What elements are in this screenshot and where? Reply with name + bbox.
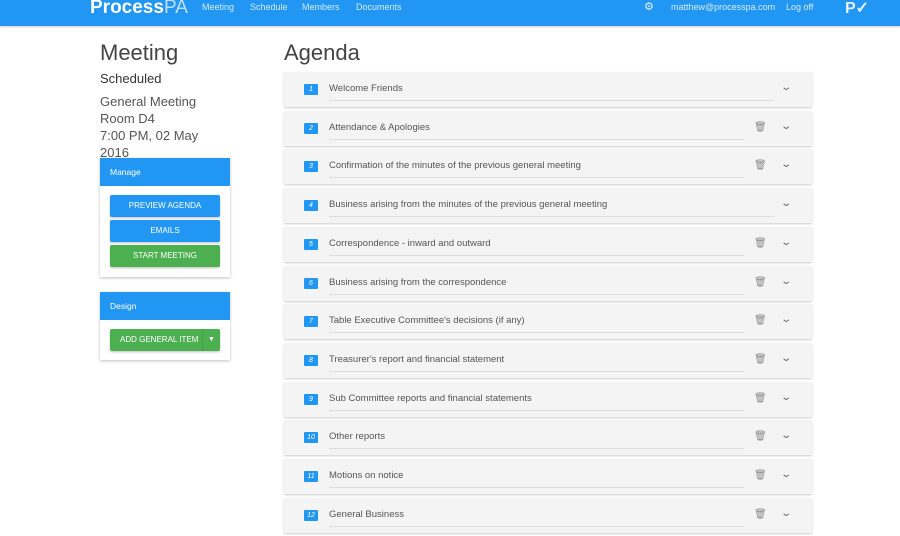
meeting-status: Scheduled — [100, 71, 162, 86]
item-number-badge: 11 — [304, 471, 318, 482]
agenda-item[interactable]: 3 Confirmation of the minutes of the pre… — [284, 149, 812, 185]
chevron-down-icon[interactable]: ⌄ — [780, 159, 792, 170]
user-email[interactable]: matthew@processpa.com — [671, 2, 775, 12]
meeting-datetime: 7:00 PM, 02 May 2016 — [100, 128, 199, 160]
agenda-item[interactable]: 9 Sub Committee reports and financial st… — [284, 381, 812, 417]
logo-text: Process — [90, 0, 164, 18]
item-underline — [329, 448, 744, 450]
trash-icon[interactable]: 🗑 — [754, 277, 767, 288]
item-underline — [329, 100, 774, 101]
chevron-down-icon[interactable]: ⌄ — [780, 276, 792, 287]
processpa-logo-icon: P✓ — [845, 0, 870, 17]
manage-panel: Manage PREVIEW AGENDA EMAILS START MEETI… — [100, 158, 230, 277]
agenda-item[interactable]: 11 Motions on notice 🗑 ⌄ — [284, 459, 812, 494]
chevron-down-icon[interactable]: ⌄ — [780, 353, 792, 364]
meeting-title: Meeting — [100, 40, 179, 65]
chevron-down-icon[interactable]: ⌄ — [780, 121, 792, 132]
add-general-item-label: ADD GENERAL ITEM — [120, 335, 199, 344]
item-title[interactable]: Correspondence - inward and outward — [329, 238, 491, 249]
item-number-badge: 5 — [304, 238, 318, 250]
nav-meeting[interactable]: Meeting — [202, 2, 234, 12]
trash-icon[interactable]: 🗑 — [754, 160, 767, 171]
item-number-badge: 8 — [304, 354, 318, 366]
add-general-item-button[interactable]: ADD GENERAL ITEM ▼ — [110, 329, 220, 351]
meeting-type: General Meeting — [100, 94, 197, 109]
chevron-down-icon[interactable]: ⌄ — [780, 392, 792, 403]
trash-icon[interactable]: 🗑 — [754, 509, 767, 520]
nav-documents[interactable]: Documents — [356, 2, 402, 12]
meeting-info: Meeting Scheduled General Meeting Room D… — [100, 40, 230, 161]
agenda-item[interactable]: 2 Attendance & Apologies 🗑 ⌄ — [284, 110, 812, 146]
item-number-badge: 10 — [304, 432, 318, 444]
agenda-item[interactable]: 12 General Business 🗑 ⌄ — [284, 497, 812, 533]
item-underline — [329, 409, 744, 411]
trash-icon[interactable]: 🗑 — [754, 315, 767, 326]
app-logo[interactable]: ProcessPA — [90, 0, 188, 19]
agenda-item[interactable]: 10 Other reports 🗑 ⌄ — [284, 420, 812, 456]
chevron-down-icon[interactable]: ⌄ — [780, 82, 792, 93]
chevron-down-icon[interactable]: ⌄ — [780, 198, 792, 209]
logout-link[interactable]: Log off — [786, 2, 813, 12]
gear-icon[interactable]: ⚙ — [644, 0, 654, 13]
chevron-down-icon[interactable]: ⌄ — [780, 469, 792, 480]
agenda-item[interactable]: 4 Business arising from the minutes of t… — [284, 188, 812, 224]
item-title[interactable]: Other reports — [329, 431, 385, 442]
item-underline — [329, 293, 744, 295]
caret-down-icon[interactable]: ▼ — [202, 329, 220, 351]
item-underline — [329, 487, 744, 488]
item-underline — [329, 525, 744, 527]
nav-schedule[interactable]: Schedule — [250, 2, 288, 12]
item-title[interactable]: Treasurer's report and financial stateme… — [329, 354, 504, 365]
item-underline — [329, 138, 744, 140]
item-underline — [329, 216, 774, 218]
item-number-badge: 1 — [304, 84, 318, 95]
item-number-badge: 3 — [304, 161, 318, 173]
top-navbar: ProcessPA Meeting Schedule Members Docum… — [0, 0, 900, 26]
design-panel: Design ADD GENERAL ITEM ▼ — [100, 292, 230, 360]
item-underline — [329, 254, 744, 256]
manage-panel-title: Manage — [100, 158, 230, 186]
item-title[interactable]: Motions on notice — [329, 470, 403, 481]
agenda-item[interactable]: 1 Welcome Friends ⌄ — [284, 72, 812, 107]
item-title[interactable]: Confirmation of the minutes of the previ… — [329, 160, 581, 171]
chevron-down-icon[interactable]: ⌄ — [780, 237, 792, 248]
agenda-item[interactable]: 8 Treasurer's report and financial state… — [284, 342, 812, 378]
trash-icon[interactable]: 🗑 — [754, 393, 767, 404]
item-underline — [329, 177, 744, 179]
item-title[interactable]: Business arising from the minutes of the… — [329, 199, 607, 210]
item-underline — [329, 370, 744, 372]
item-title[interactable]: Sub Committee reports and financial stat… — [329, 393, 532, 404]
logo-text-light: PA — [163, 0, 188, 18]
preview-agenda-button[interactable]: PREVIEW AGENDA — [110, 195, 220, 217]
agenda-item[interactable]: 7 Table Executive Committee's decisions … — [284, 304, 812, 340]
chevron-down-icon[interactable]: ⌄ — [780, 430, 792, 441]
item-number-badge: 4 — [304, 200, 318, 212]
meeting-room: Room D4 — [100, 111, 155, 126]
agenda-title: Agenda — [284, 40, 360, 65]
trash-icon[interactable]: 🗑 — [754, 122, 767, 133]
item-number-badge: 9 — [304, 393, 318, 405]
item-title[interactable]: General Business — [329, 509, 404, 520]
item-number-badge: 2 — [304, 122, 318, 134]
agenda-item[interactable]: 5 Correspondence - inward and outward 🗑 … — [284, 226, 812, 262]
chevron-down-icon[interactable]: ⌄ — [780, 508, 792, 519]
trash-icon[interactable]: 🗑 — [754, 470, 767, 481]
start-meeting-button[interactable]: START MEETING — [110, 245, 220, 267]
item-number-badge: 6 — [304, 277, 318, 289]
chevron-down-icon[interactable]: ⌄ — [780, 314, 792, 325]
trash-icon[interactable]: 🗑 — [754, 354, 767, 365]
item-title[interactable]: Attendance & Apologies — [329, 122, 430, 133]
item-title[interactable]: Welcome Friends — [329, 83, 403, 94]
item-underline — [329, 332, 744, 334]
emails-button[interactable]: EMAILS — [110, 220, 220, 242]
item-title[interactable]: Business arising from the correspondence — [329, 277, 506, 288]
agenda-item[interactable]: 6 Business arising from the corresponden… — [284, 265, 812, 301]
design-panel-title: Design — [100, 292, 230, 320]
item-number-badge: 12 — [304, 509, 318, 521]
trash-icon[interactable]: 🗑 — [754, 431, 767, 442]
nav-members[interactable]: Members — [302, 2, 340, 12]
item-number-badge: 7 — [304, 316, 318, 328]
item-title[interactable]: Table Executive Committee's decisions (i… — [329, 315, 525, 326]
trash-icon[interactable]: 🗑 — [754, 238, 767, 249]
